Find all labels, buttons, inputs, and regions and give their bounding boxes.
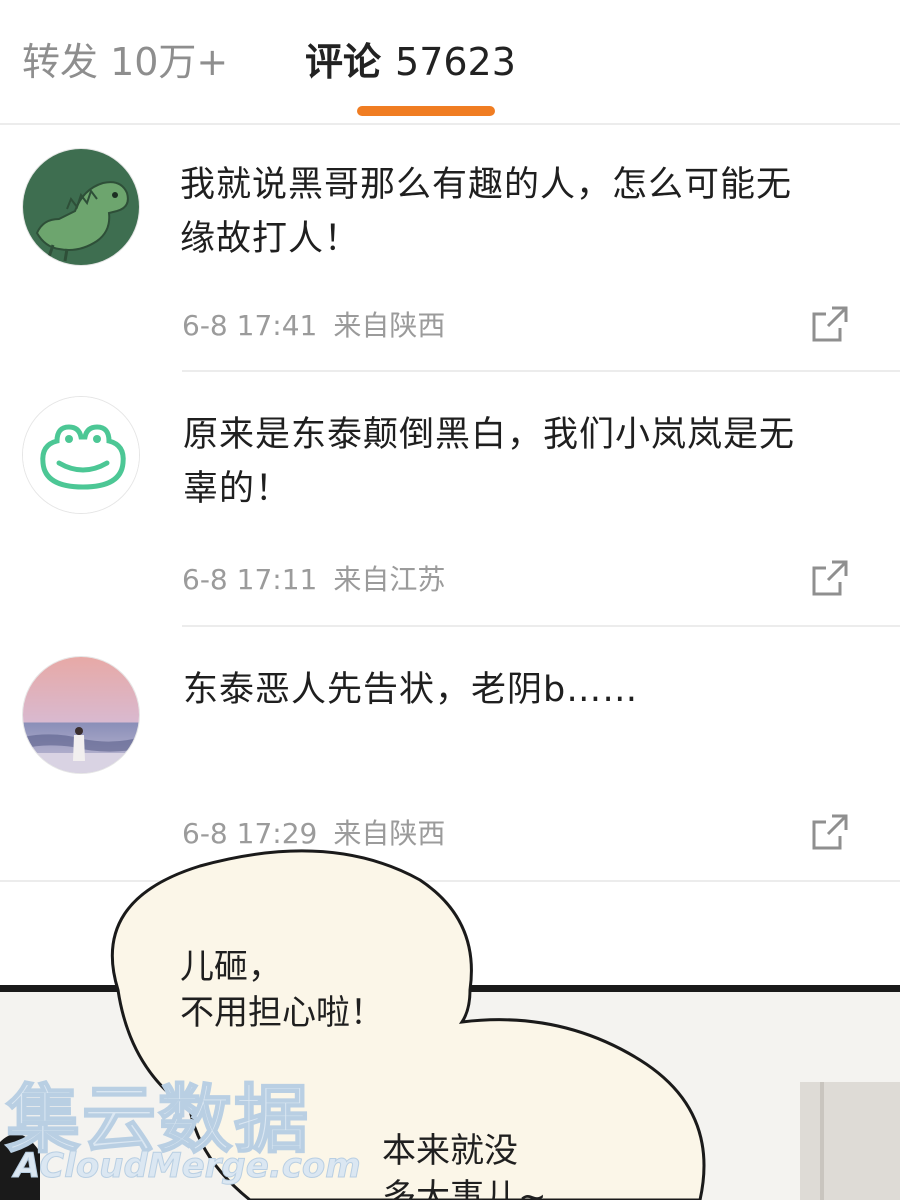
- bubble-line: 本来就没: [382, 1131, 518, 1171]
- watermark-url: ACloudMerge.com: [14, 1146, 362, 1187]
- speech-bubbles: [110, 849, 706, 1200]
- bubble-line: 儿砸，: [180, 947, 282, 987]
- bubble-line: 不用担心啦！: [180, 993, 384, 1033]
- speech-bubble-text: 儿砸， 不用担心啦！: [180, 944, 384, 1036]
- bubble-line: 多大事儿~: [382, 1177, 547, 1200]
- speech-bubble-text: 本来就没 多大事儿~: [382, 1128, 547, 1200]
